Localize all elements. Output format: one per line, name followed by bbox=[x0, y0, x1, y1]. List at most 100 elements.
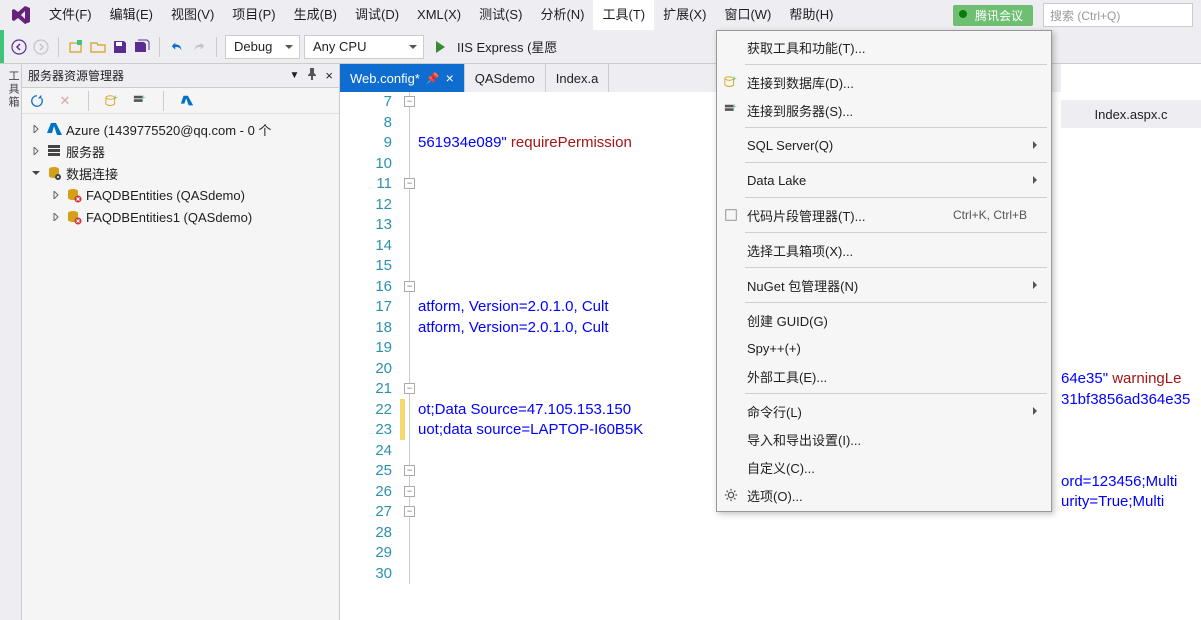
meeting-badge[interactable]: 腾讯会议 bbox=[953, 5, 1033, 26]
fold-icon[interactable]: − bbox=[404, 281, 415, 292]
config-combo[interactable]: Debug bbox=[225, 35, 300, 59]
panel-dropdown-icon[interactable]: ▼ bbox=[290, 70, 300, 81]
titlebar-right: 腾讯会议 搜索 (Ctrl+Q) bbox=[953, 0, 1201, 30]
code-line bbox=[418, 564, 1061, 585]
tree-row[interactable]: FAQDBEntities (QASdemo) bbox=[22, 184, 339, 206]
menu-item-10[interactable]: 扩展(X) bbox=[654, 0, 715, 30]
panel-toolbar: ✕ + + bbox=[22, 88, 339, 114]
tab-label: Web.config* bbox=[350, 71, 420, 86]
editor-tab[interactable]: QASdemo bbox=[465, 64, 546, 92]
azure-icon[interactable] bbox=[178, 92, 196, 110]
menu-item-5[interactable]: 调试(D) bbox=[346, 0, 408, 30]
fold-icon[interactable]: − bbox=[404, 383, 415, 394]
menu-separator bbox=[745, 232, 1047, 233]
menu-item[interactable]: SQL Server(Q) bbox=[717, 131, 1051, 159]
titlebar: 文件(F)编辑(E)视图(V)项目(P)生成(B)调试(D)XML(X)测试(S… bbox=[0, 0, 1201, 30]
menu-item[interactable]: +连接到服务器(S)... bbox=[717, 96, 1051, 124]
submenu-arrow-icon bbox=[1033, 141, 1041, 149]
run-button[interactable]: IIS Express (星愿 bbox=[428, 37, 565, 56]
menu-label: Spy++(+) bbox=[747, 341, 801, 356]
menu-item[interactable]: +连接到数据库(D)... bbox=[717, 68, 1051, 96]
expand-icon[interactable] bbox=[30, 167, 42, 179]
open-icon[interactable] bbox=[89, 38, 107, 56]
tree-label: 数据连接 bbox=[66, 164, 118, 183]
pin-icon[interactable]: 📌 bbox=[426, 72, 440, 85]
menu-item-11[interactable]: 窗口(W) bbox=[715, 0, 780, 30]
menu-item-4[interactable]: 生成(B) bbox=[285, 0, 346, 30]
search-input[interactable]: 搜索 (Ctrl+Q) bbox=[1043, 3, 1193, 27]
menu-separator bbox=[745, 162, 1047, 163]
left-accent bbox=[0, 30, 4, 63]
expand-icon[interactable] bbox=[50, 189, 62, 201]
fold-icon[interactable]: − bbox=[404, 465, 415, 476]
editor-tab[interactable]: Web.config* 📌 × bbox=[340, 64, 465, 92]
fold-icon[interactable]: − bbox=[404, 178, 415, 189]
menu-item-8[interactable]: 分析(N) bbox=[531, 0, 593, 30]
right-tab[interactable]: Index.aspx.c bbox=[1061, 100, 1201, 128]
redo-icon[interactable] bbox=[190, 38, 208, 56]
tab-label: QASdemo bbox=[475, 71, 535, 86]
menu-item[interactable]: 获取工具和功能(T)... bbox=[717, 33, 1051, 61]
connect-db-icon[interactable]: + bbox=[103, 92, 121, 110]
back-icon[interactable] bbox=[10, 38, 28, 56]
tab-label: Index.a bbox=[556, 71, 599, 86]
fold-icon[interactable]: − bbox=[404, 506, 415, 517]
db-icon bbox=[46, 165, 62, 181]
menu-item[interactable]: 选项(O)... bbox=[717, 481, 1051, 509]
save-icon[interactable] bbox=[111, 38, 129, 56]
menu-item[interactable]: 选择工具箱项(X)... bbox=[717, 236, 1051, 264]
close-icon[interactable]: × bbox=[446, 71, 454, 85]
menu-item[interactable]: 外部工具(E)... bbox=[717, 362, 1051, 390]
menu-item-3[interactable]: 项目(P) bbox=[223, 0, 284, 30]
line-gutter: 7891011121314151617181920212223242526272… bbox=[340, 92, 402, 620]
menu-separator bbox=[745, 197, 1047, 198]
close-icon[interactable]: × bbox=[325, 68, 333, 83]
menu-item-1[interactable]: 编辑(E) bbox=[101, 0, 162, 30]
menu-item[interactable]: 命令行(L) bbox=[717, 397, 1051, 425]
tree-label: Azure (1439775520@qq.com - 0 个 bbox=[66, 120, 271, 139]
menu-item[interactable]: NuGet 包管理器(N) bbox=[717, 271, 1051, 299]
tree-row[interactable]: Azure (1439775520@qq.com - 0 个 bbox=[22, 118, 339, 140]
menu-item[interactable]: Data Lake bbox=[717, 166, 1051, 194]
menu-item-2[interactable]: 视图(V) bbox=[162, 0, 223, 30]
menu-label: SQL Server(Q) bbox=[747, 138, 833, 153]
fold-icon[interactable]: − bbox=[404, 486, 415, 497]
fold-icon[interactable]: − bbox=[404, 96, 415, 107]
tree-row[interactable]: FAQDBEntities1 (QASdemo) bbox=[22, 206, 339, 228]
forward-icon[interactable] bbox=[32, 38, 50, 56]
menu-item-9[interactable]: 工具(T) bbox=[593, 0, 654, 30]
menu-item-12[interactable]: 帮助(H) bbox=[780, 0, 842, 30]
server-icon bbox=[46, 143, 62, 159]
menu-item-6[interactable]: XML(X) bbox=[408, 0, 470, 30]
play-icon bbox=[436, 41, 451, 53]
expand-icon[interactable] bbox=[30, 123, 42, 135]
run-label: IIS Express (星愿 bbox=[457, 37, 557, 56]
platform-combo[interactable]: Any CPU bbox=[304, 35, 424, 59]
menu-item-0[interactable]: 文件(F) bbox=[40, 0, 101, 30]
azure-icon bbox=[46, 121, 62, 137]
tree-label: FAQDBEntities (QASdemo) bbox=[86, 188, 245, 203]
connect-server-icon[interactable]: + bbox=[131, 92, 149, 110]
stop-icon[interactable]: ✕ bbox=[56, 92, 74, 110]
tree-row[interactable]: 服务器 bbox=[22, 140, 339, 162]
refresh-icon[interactable] bbox=[28, 92, 46, 110]
menu-item[interactable]: 导入和导出设置(I)... bbox=[717, 425, 1051, 453]
menu-item-7[interactable]: 测试(S) bbox=[470, 0, 531, 30]
menu-item[interactable]: 自定义(C)... bbox=[717, 453, 1051, 481]
editor-tab[interactable]: Index.a bbox=[546, 64, 610, 92]
gear-icon bbox=[723, 487, 739, 503]
submenu-arrow-icon bbox=[1033, 281, 1041, 289]
new-project-icon[interactable] bbox=[67, 38, 85, 56]
expand-icon[interactable] bbox=[30, 145, 42, 157]
tree-row[interactable]: 数据连接 bbox=[22, 162, 339, 184]
pin-icon[interactable] bbox=[307, 68, 317, 83]
undo-icon[interactable] bbox=[168, 38, 186, 56]
menu-item[interactable]: 代码片段管理器(T)...Ctrl+K, Ctrl+B bbox=[717, 201, 1051, 229]
db-err-icon bbox=[66, 209, 82, 225]
menu-item[interactable]: 创建 GUID(G) bbox=[717, 306, 1051, 334]
expand-icon[interactable] bbox=[50, 211, 62, 223]
menu-item[interactable]: Spy++(+) bbox=[717, 334, 1051, 362]
toolbox-rail[interactable]: 工具箱 bbox=[0, 64, 22, 620]
menu-label: 选项(O)... bbox=[747, 486, 803, 505]
save-all-icon[interactable] bbox=[133, 38, 151, 56]
